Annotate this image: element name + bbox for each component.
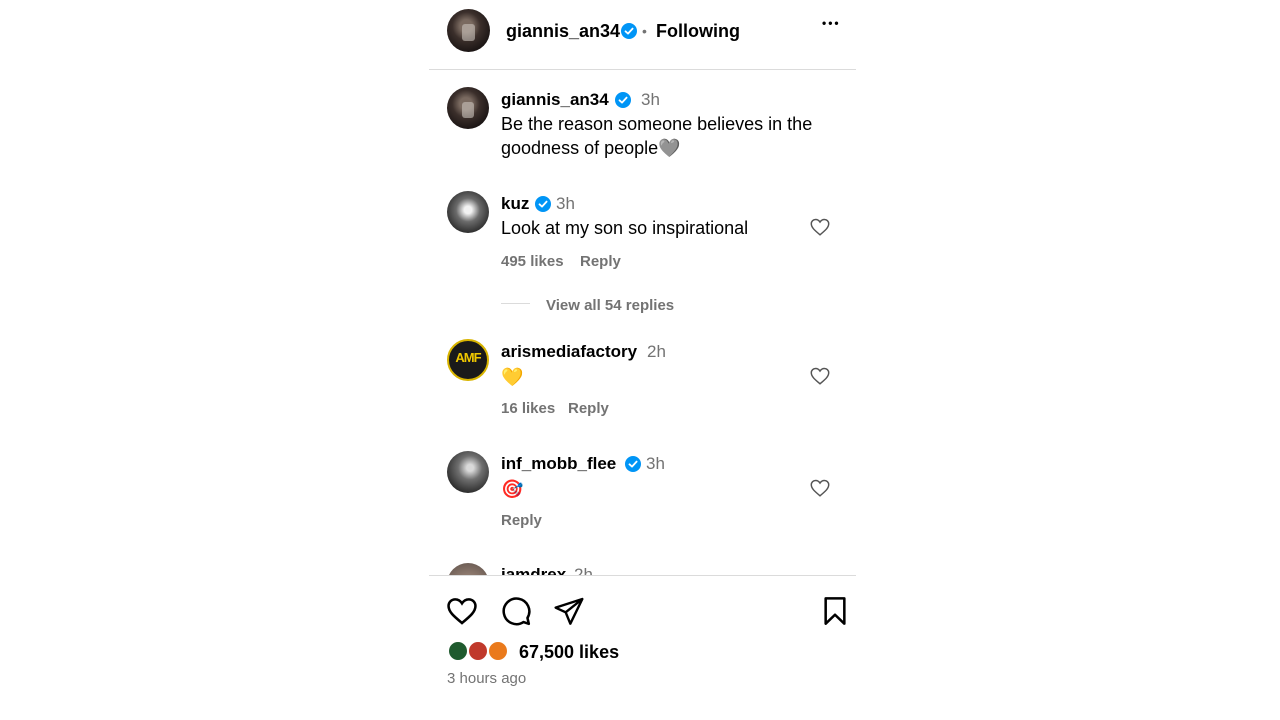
save-bookmark-icon[interactable] <box>819 595 851 627</box>
caption-time: 3h <box>641 90 660 109</box>
reply-button[interactable]: Reply <box>501 512 542 529</box>
liker-avatar <box>487 640 509 662</box>
commenter-username[interactable]: kuz <box>501 194 529 214</box>
comment-time: 3h <box>556 194 575 213</box>
verified-icon <box>615 92 631 108</box>
comment-likes[interactable]: 495 likes <box>501 253 564 270</box>
commenter-username[interactable]: arismediafactory <box>501 342 637 362</box>
comments-section[interactable]: giannis_an34 3h Be the reason someone be… <box>429 71 856 575</box>
reply-button[interactable]: Reply <box>568 400 609 417</box>
author-avatar[interactable] <box>447 9 490 52</box>
like-comment-heart-icon[interactable] <box>809 216 831 238</box>
caption-avatar[interactable] <box>447 87 489 129</box>
commenter-avatar[interactable] <box>447 451 489 493</box>
comment-time: 2h <box>574 565 593 575</box>
comment-time: 2h <box>647 342 666 361</box>
commenter-username[interactable]: iamdrex <box>501 565 566 575</box>
view-replies-button[interactable]: View all 54 replies <box>546 297 674 314</box>
reply-button[interactable]: Reply <box>580 253 621 270</box>
verified-icon <box>621 23 637 39</box>
commenter-avatar[interactable] <box>447 563 489 575</box>
post-timestamp[interactable]: 3 hours ago <box>447 670 526 687</box>
comment-text: Look at my son so inspirational <box>501 218 749 238</box>
liker-avatar <box>447 640 469 662</box>
like-heart-icon[interactable] <box>445 594 479 628</box>
like-comment-heart-icon[interactable] <box>809 477 831 499</box>
post-panel: giannis_an34 • Following ••• giannis_an3… <box>429 0 856 720</box>
caption-text-line1: Be the reason someone believes in the <box>501 114 813 134</box>
like-comment-heart-icon[interactable] <box>809 365 831 387</box>
verified-icon <box>535 196 551 212</box>
post-likes-count[interactable]: 67,500 likes <box>519 642 619 663</box>
commenter-avatar[interactable] <box>447 191 489 233</box>
comment-text: 🎯 <box>501 479 524 499</box>
commenter-avatar[interactable]: AMF <box>447 339 489 381</box>
author-username[interactable]: giannis_an34 <box>506 21 620 42</box>
commenter-username[interactable]: inf_mobb_flee <box>501 454 616 474</box>
separator-dot: • <box>642 23 647 39</box>
avatar-logo-text: AMF <box>455 350 481 365</box>
following-button[interactable]: Following <box>656 21 740 42</box>
caption-username[interactable]: giannis_an34 <box>501 90 609 110</box>
verified-icon <box>625 456 641 472</box>
more-options-icon[interactable]: ••• <box>822 16 841 30</box>
post-header: giannis_an34 • Following ••• <box>429 0 856 70</box>
share-icon[interactable] <box>553 595 585 627</box>
post-actions-bar: 67,500 likes 3 hours ago <box>429 575 856 720</box>
liker-avatar <box>467 640 489 662</box>
comment-likes[interactable]: 16 likes <box>501 400 555 417</box>
comment-text: 💛 <box>501 367 524 387</box>
replies-divider <box>501 303 530 304</box>
comment-time: 3h <box>646 454 665 473</box>
caption-text-line2: goodness of people🩶 <box>501 138 681 158</box>
comment-icon[interactable] <box>500 595 532 627</box>
